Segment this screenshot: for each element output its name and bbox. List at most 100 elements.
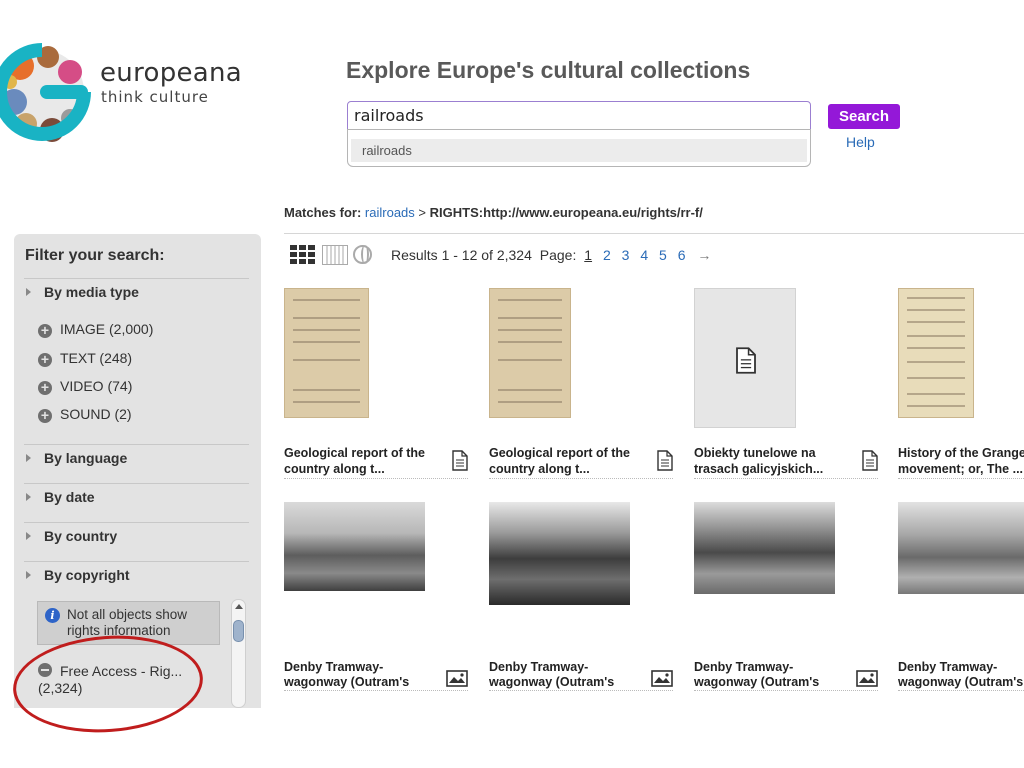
result-card[interactable]: Geological report of the country along t… xyxy=(284,288,468,479)
help-link[interactable]: Help xyxy=(846,134,875,150)
info-icon: i xyxy=(45,608,60,623)
result-card[interactable]: Denby Tramway- wagonway (Outram's xyxy=(694,502,878,692)
result-title-line2[interactable]: wagonway (Outram's xyxy=(489,674,639,690)
result-thumbnail-photo[interactable] xyxy=(284,502,425,591)
result-title-line1[interactable]: Obiekty tunelowe na xyxy=(694,445,844,461)
page-link-1[interactable]: 1 xyxy=(584,247,592,263)
result-title-line2[interactable]: trasach galicyjskich... xyxy=(694,461,844,477)
result-title-line2[interactable]: movement; or, The ... xyxy=(898,461,1024,477)
facet-copyright[interactable]: By copyright xyxy=(26,567,130,583)
logo-mark-icon xyxy=(0,43,91,142)
media-option-sound[interactable]: + SOUND (2) xyxy=(38,406,132,423)
matches-term-link[interactable]: railroads xyxy=(365,205,415,220)
document-icon xyxy=(452,450,468,471)
brand-tagline: think culture xyxy=(101,88,209,106)
map-view-globe-icon[interactable] xyxy=(353,245,372,264)
document-icon xyxy=(657,450,673,471)
option-label: TEXT (248) xyxy=(60,350,133,366)
facet-label: By country xyxy=(44,528,118,544)
image-icon xyxy=(446,670,468,687)
option-label: SOUND (2) xyxy=(60,406,132,422)
rights-notice-text: Not all objects show rights information xyxy=(67,607,188,638)
facet-label: By date xyxy=(44,489,95,505)
facet-media-type[interactable]: By media type xyxy=(26,284,139,300)
result-title-line1[interactable]: Denby Tramway- xyxy=(489,659,639,675)
result-title-line2[interactable]: wagonway (Outram's xyxy=(284,674,434,690)
divider xyxy=(24,561,249,562)
page-link-5[interactable]: 5 xyxy=(659,247,667,263)
scroll-up-icon[interactable] xyxy=(235,604,243,609)
card-divider xyxy=(489,478,673,479)
page-link-4[interactable]: 4 xyxy=(640,247,648,263)
page-label: Page: xyxy=(539,247,577,263)
result-card[interactable]: Obiekty tunelowe na trasach galicyjskich… xyxy=(694,288,878,479)
brand-name: europeana xyxy=(100,58,243,88)
card-divider xyxy=(898,478,1024,479)
result-title-line1[interactable]: Denby Tramway- xyxy=(284,659,434,675)
add-filter-icon: + xyxy=(38,352,52,367)
search-input[interactable] xyxy=(347,101,811,130)
option-label: VIDEO (74) xyxy=(60,378,133,394)
sidebar-scrollbar[interactable] xyxy=(231,599,246,708)
result-thumbnail-placeholder[interactable] xyxy=(694,288,796,428)
matches-rights-filter: RIGHTS:http://www.europeana.eu/rights/rr… xyxy=(429,205,703,220)
search-button[interactable]: Search xyxy=(828,104,900,129)
page-link-2[interactable]: 2 xyxy=(603,247,611,263)
expand-arrow-icon xyxy=(26,493,31,501)
europeana-logo[interactable]: europeana think culture xyxy=(0,22,243,162)
result-thumbnail-photo[interactable] xyxy=(694,502,835,594)
next-page-arrow-icon[interactable]: → xyxy=(697,247,711,263)
result-thumbnail-document[interactable] xyxy=(898,288,974,418)
divider xyxy=(24,522,249,523)
results-pagination: Results 1 - 12 of 2,324 Page: 1 2 3 4 5 … xyxy=(391,247,711,263)
facet-country[interactable]: By country xyxy=(26,528,117,544)
expand-arrow-icon xyxy=(26,454,31,462)
result-title-line2[interactable]: country along t... xyxy=(284,461,434,477)
result-title-line1[interactable]: History of the Grange xyxy=(898,445,1024,461)
result-title-line1[interactable]: Geological report of the xyxy=(284,445,434,461)
add-filter-icon: + xyxy=(38,408,52,423)
image-icon xyxy=(856,670,878,687)
image-icon xyxy=(651,670,673,687)
facet-label: By media type xyxy=(44,284,139,300)
facet-label: By copyright xyxy=(44,567,130,583)
result-thumbnail-document[interactable] xyxy=(284,288,369,418)
document-placeholder-icon xyxy=(736,347,756,374)
result-title-line2[interactable]: country along t... xyxy=(489,461,639,477)
result-card[interactable]: Denby Tramway- wagonway (Outram's xyxy=(898,502,1024,692)
result-title-line1[interactable]: Denby Tramway- xyxy=(694,659,844,675)
card-divider xyxy=(694,478,878,479)
toolbar-divider xyxy=(284,233,1024,234)
card-divider xyxy=(694,690,878,691)
result-card[interactable]: Denby Tramway- wagonway (Outram's xyxy=(489,502,673,692)
result-thumbnail-photo[interactable] xyxy=(489,502,630,605)
result-title-line1[interactable]: Denby Tramway- xyxy=(898,659,1024,675)
autocomplete-suggestion[interactable]: railroads xyxy=(351,139,807,162)
result-title-line1[interactable]: Geological report of the xyxy=(489,445,639,461)
page-link-6[interactable]: 6 xyxy=(678,247,686,263)
timeline-view-icon[interactable] xyxy=(322,245,348,265)
page-link-3[interactable]: 3 xyxy=(622,247,630,263)
result-title-line2[interactable]: wagonway (Outram's xyxy=(898,674,1024,690)
scroll-thumb[interactable] xyxy=(233,620,244,642)
expand-arrow-icon xyxy=(26,532,31,540)
card-divider xyxy=(284,690,468,691)
expand-arrow-icon xyxy=(26,571,31,579)
media-option-image[interactable]: + IMAGE (2,000) xyxy=(38,321,153,338)
media-option-text[interactable]: + TEXT (248) xyxy=(38,350,132,367)
result-title-line2[interactable]: wagonway (Outram's xyxy=(694,674,844,690)
facet-date[interactable]: By date xyxy=(26,489,95,505)
grid-view-icon[interactable] xyxy=(290,245,316,265)
result-card[interactable]: Geological report of the country along t… xyxy=(489,288,673,479)
result-thumbnail-document[interactable] xyxy=(489,288,571,418)
result-thumbnail-photo[interactable] xyxy=(898,502,1024,594)
result-card[interactable]: Denby Tramway- wagonway (Outram's xyxy=(284,502,468,692)
card-divider xyxy=(489,690,673,691)
facet-language[interactable]: By language xyxy=(26,450,127,466)
facet-label: By language xyxy=(44,450,128,466)
add-filter-icon: + xyxy=(38,323,52,338)
matches-breadcrumb: Matches for: railroads > RIGHTS:http://w… xyxy=(284,205,703,220)
media-option-video[interactable]: + VIDEO (74) xyxy=(38,378,132,395)
result-card[interactable]: History of the Grange movement; or, The … xyxy=(898,288,1024,479)
page-headline: Explore Europe's cultural collections xyxy=(346,57,751,83)
